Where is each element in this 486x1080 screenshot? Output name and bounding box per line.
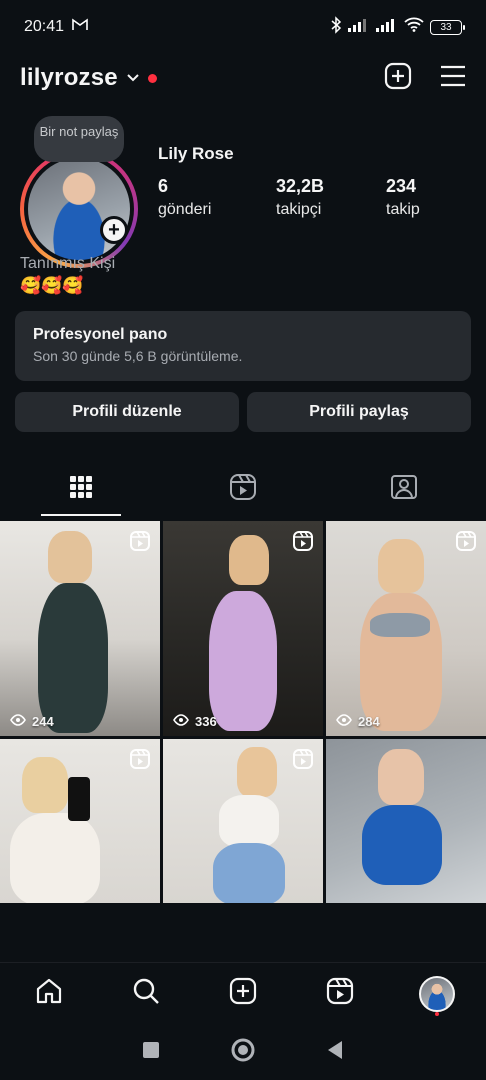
active-tab-indicator — [41, 514, 121, 516]
nav-search[interactable] — [97, 963, 194, 1024]
create-icon — [228, 976, 258, 1011]
stat-posts-value: 6 — [158, 176, 169, 196]
professional-dashboard[interactable]: Profesyonel pano Son 30 günde 5,6 B görü… — [15, 311, 471, 381]
nav-create[interactable] — [194, 963, 291, 1024]
signal-icon-1 — [348, 18, 370, 37]
bottom-navigation — [0, 962, 486, 1024]
post-6[interactable] — [326, 739, 486, 903]
nav-reels[interactable] — [292, 963, 389, 1024]
post-3[interactable]: 284 — [326, 521, 486, 736]
post-views: 284 — [336, 714, 380, 729]
note-bubble[interactable]: Bir not paylaş — [34, 116, 124, 162]
profile-category: Tanınmış Kişi — [20, 255, 116, 272]
menu-icon[interactable] — [440, 65, 466, 92]
profile-avatar[interactable] — [20, 150, 138, 268]
create-post-icon[interactable] — [384, 62, 412, 95]
grid-icon — [69, 475, 93, 504]
avatar-image — [28, 158, 130, 260]
post-views-count: 284 — [358, 714, 380, 729]
share-profile-button[interactable]: Profili paylaş — [247, 392, 471, 432]
display-name: Lily Rose — [158, 144, 234, 163]
recents-button[interactable] — [142, 1041, 160, 1064]
post-views: 244 — [10, 714, 54, 729]
stat-following-label: takip — [386, 201, 420, 218]
home-icon — [34, 976, 64, 1011]
eye-icon — [173, 714, 189, 729]
stat-followers[interactable]: 32,2B takipçi — [276, 176, 324, 219]
stat-followers-value: 32,2B — [276, 176, 325, 196]
battery-indicator: 33 — [430, 19, 465, 35]
tab-grid[interactable] — [41, 464, 121, 514]
reel-indicator-icon — [130, 749, 150, 774]
posts-grid: 244 336 284 — [0, 521, 486, 903]
tab-reels[interactable] — [203, 464, 283, 514]
post-views: 336 — [173, 714, 217, 729]
tab-tagged[interactable] — [364, 464, 444, 514]
reel-indicator-icon — [293, 531, 313, 556]
stat-followers-label: takipçi — [276, 201, 322, 218]
post-1[interactable]: 244 — [0, 521, 160, 736]
post-2[interactable]: 336 — [163, 521, 323, 736]
dashboard-subtitle: Son 30 günde 5,6 B görüntüleme. — [33, 348, 243, 364]
signal-icon-2 — [376, 18, 398, 37]
search-icon — [131, 976, 161, 1011]
profile-tabs — [0, 464, 486, 518]
tagged-icon — [390, 473, 418, 506]
chevron-down-icon[interactable] — [126, 70, 140, 88]
stat-posts[interactable]: 6 gönderi — [158, 176, 211, 219]
add-story-button[interactable]: + — [100, 216, 128, 244]
post-4[interactable] — [0, 739, 160, 903]
stat-following[interactable]: 234 takip — [386, 176, 420, 219]
eye-icon — [336, 714, 352, 729]
status-bar: 20:41 33 — [0, 0, 486, 54]
eye-icon — [10, 714, 26, 729]
dashboard-title: Profesyonel pano — [33, 326, 168, 343]
reel-indicator-icon — [293, 749, 313, 774]
system-navigation — [0, 1024, 486, 1080]
back-button[interactable] — [326, 1040, 344, 1065]
profile-avatar-icon — [419, 975, 456, 1012]
stat-posts-label: gönderi — [158, 201, 212, 218]
post-5[interactable] — [163, 739, 323, 903]
post-views-count: 244 — [32, 714, 54, 729]
profile-header: lilyrozse — [0, 56, 486, 100]
reels-icon — [229, 473, 257, 506]
post-views-count: 336 — [195, 714, 217, 729]
nav-home[interactable] — [0, 963, 97, 1024]
gmail-icon — [72, 18, 88, 36]
reel-indicator-icon — [456, 531, 476, 556]
username-switcher[interactable]: lilyrozse — [20, 64, 118, 92]
profile-bio: 🥰🥰🥰 — [20, 276, 84, 295]
wifi-icon — [404, 17, 424, 37]
nav-profile[interactable] — [389, 963, 486, 1024]
stat-following-value: 234 — [386, 176, 417, 196]
reels-icon — [325, 976, 355, 1011]
reel-indicator-icon — [130, 531, 150, 556]
status-time: 20:41 — [24, 18, 65, 35]
home-button[interactable] — [230, 1037, 256, 1068]
notification-dot — [435, 1012, 440, 1016]
edit-profile-button[interactable]: Profili düzenle — [15, 392, 239, 432]
bluetooth-icon — [330, 15, 342, 39]
notification-dot — [147, 73, 157, 83]
